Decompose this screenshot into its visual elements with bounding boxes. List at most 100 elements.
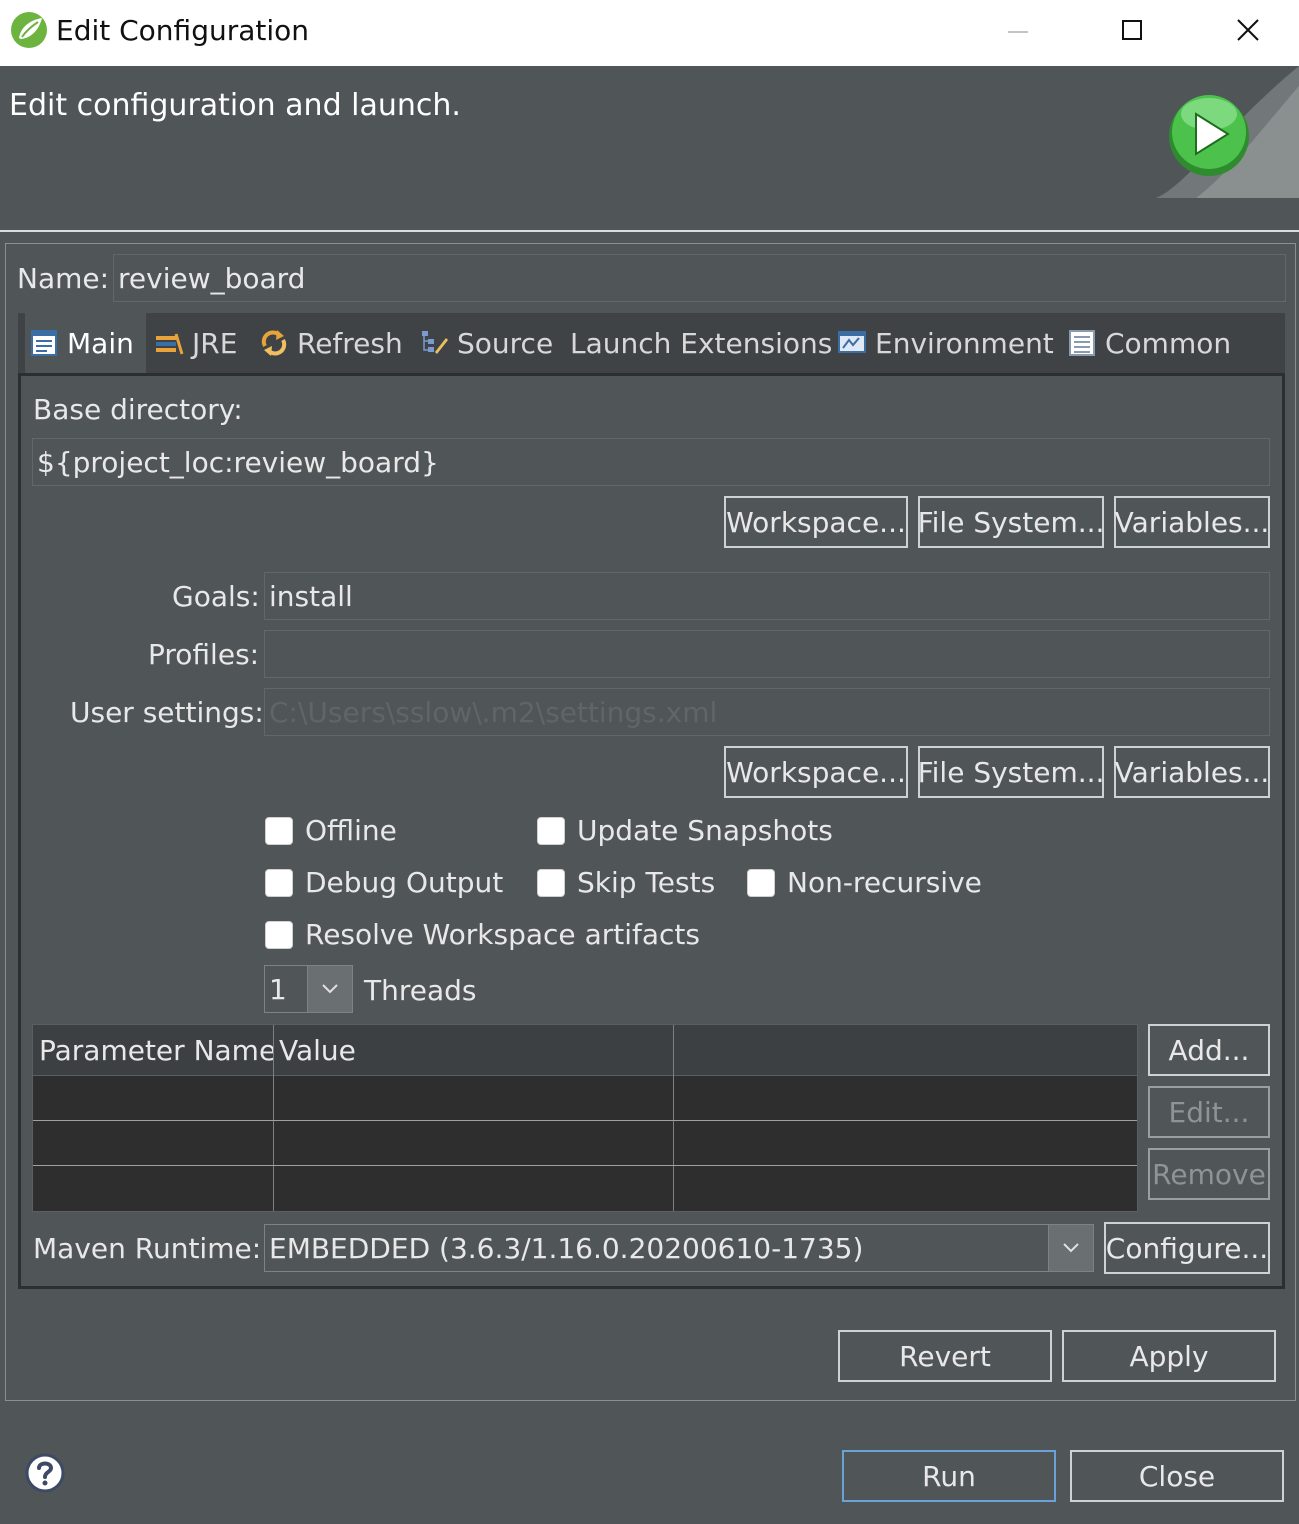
help-button[interactable] bbox=[25, 1453, 65, 1493]
skip-tests-checkbox-box[interactable] bbox=[537, 868, 565, 897]
non-recursive-checkbox-box[interactable] bbox=[747, 868, 775, 897]
maximize-button[interactable] bbox=[1102, 8, 1162, 52]
minimize-button[interactable] bbox=[988, 8, 1048, 52]
base-directory-input[interactable]: ${project_loc:review_board} bbox=[32, 438, 1270, 486]
maven-runtime-label: Maven Runtime: bbox=[33, 1232, 262, 1265]
settings-variables-label: Variables... bbox=[1114, 755, 1270, 789]
threads-label: Threads bbox=[364, 974, 477, 1007]
base-variables-label: Variables... bbox=[1114, 505, 1270, 539]
add-parameter-button[interactable]: Add... bbox=[1148, 1024, 1270, 1076]
threads-dropdown-button[interactable] bbox=[307, 966, 352, 1012]
tab-main[interactable]: Main bbox=[25, 313, 146, 373]
remove-parameter-button[interactable]: Remove bbox=[1148, 1148, 1270, 1200]
offline-checkbox[interactable]: Offline bbox=[265, 814, 397, 847]
profiles-input[interactable] bbox=[264, 630, 1270, 678]
common-tab-icon bbox=[1069, 330, 1095, 356]
base-file-system-button[interactable]: File System... bbox=[918, 496, 1104, 548]
run-launch-icon bbox=[1156, 66, 1299, 198]
debug-output-checkbox-box[interactable] bbox=[265, 868, 293, 897]
settings-workspace-button[interactable]: Workspace... bbox=[724, 746, 908, 798]
tab-source-label: Source bbox=[457, 326, 554, 360]
maven-runtime-select[interactable]: EMBEDDED (3.6.3/1.16.0.20200610-1735) bbox=[264, 1224, 1094, 1272]
user-settings-input[interactable]: C:\Users\sslow\.m2\settings.xml bbox=[264, 688, 1270, 736]
resolve-workspace-checkbox-box[interactable] bbox=[265, 920, 293, 949]
resolve-workspace-checkbox[interactable]: Resolve Workspace artifacts bbox=[265, 918, 700, 951]
tab-launch-extensions-label: Launch Extensions bbox=[570, 326, 833, 360]
name-input-value: review_board bbox=[118, 261, 306, 295]
configure-runtime-label: Configure... bbox=[1105, 1231, 1269, 1265]
title-bar: Edit Configuration bbox=[0, 0, 1299, 66]
table-header: Parameter Name Value bbox=[33, 1025, 1137, 1076]
debug-output-checkbox[interactable]: Debug Output bbox=[265, 866, 503, 899]
non-recursive-checkbox[interactable]: Non-recursive bbox=[747, 866, 982, 899]
window-title: Edit Configuration bbox=[56, 14, 310, 47]
tab-common-label: Common bbox=[1105, 326, 1232, 360]
offline-checkbox-box[interactable] bbox=[265, 816, 293, 845]
settings-file-system-label: File System... bbox=[917, 755, 1105, 789]
base-variables-button[interactable]: Variables... bbox=[1114, 496, 1270, 548]
column-header-value[interactable]: Value bbox=[273, 1025, 673, 1075]
user-settings-label: User settings: bbox=[70, 696, 264, 729]
settings-variables-button[interactable]: Variables... bbox=[1114, 746, 1270, 798]
add-parameter-label: Add... bbox=[1168, 1033, 1250, 1067]
tab-launch-extensions[interactable]: Launch Extensions bbox=[570, 313, 832, 373]
tab-source[interactable]: Source bbox=[419, 313, 553, 373]
tab-refresh-label: Refresh bbox=[297, 326, 403, 360]
jre-tab-icon bbox=[156, 333, 184, 355]
resolve-workspace-label: Resolve Workspace artifacts bbox=[305, 918, 700, 951]
chevron-down-icon bbox=[1063, 1243, 1079, 1253]
table-row[interactable] bbox=[33, 1076, 1137, 1120]
tab-environment-label: Environment bbox=[875, 326, 1054, 360]
help-icon bbox=[25, 1453, 65, 1493]
skip-tests-label: Skip Tests bbox=[577, 866, 716, 899]
refresh-tab-icon bbox=[261, 330, 287, 356]
skip-tests-checkbox[interactable]: Skip Tests bbox=[537, 866, 715, 899]
run-button[interactable]: Run bbox=[842, 1450, 1056, 1502]
offline-label: Offline bbox=[305, 814, 397, 847]
tab-jre[interactable]: JRE bbox=[154, 313, 237, 373]
base-file-system-label: File System... bbox=[917, 505, 1105, 539]
tab-common[interactable]: Common bbox=[1067, 313, 1231, 373]
user-settings-placeholder: C:\Users\sslow\.m2\settings.xml bbox=[269, 695, 718, 729]
close-window-button[interactable] bbox=[1218, 8, 1278, 52]
configure-runtime-button[interactable]: Configure... bbox=[1104, 1222, 1270, 1274]
run-label: Run bbox=[922, 1459, 976, 1493]
tab-refresh[interactable]: Refresh bbox=[259, 313, 403, 373]
update-snapshots-checkbox[interactable]: Update Snapshots bbox=[537, 814, 833, 847]
edit-parameter-button[interactable]: Edit... bbox=[1148, 1086, 1270, 1138]
parameters-table[interactable]: Parameter Name Value bbox=[32, 1024, 1138, 1212]
close-button[interactable]: Close bbox=[1070, 1450, 1284, 1502]
table-row[interactable] bbox=[33, 1166, 1137, 1211]
update-snapshots-checkbox-box[interactable] bbox=[537, 816, 565, 845]
close-icon bbox=[1237, 19, 1259, 41]
source-tab-icon bbox=[422, 331, 448, 354]
base-workspace-button[interactable]: Workspace... bbox=[724, 496, 908, 548]
name-input[interactable]: review_board bbox=[113, 254, 1286, 302]
chevron-down-icon bbox=[322, 984, 338, 994]
goals-input[interactable]: install bbox=[264, 572, 1270, 620]
table-row[interactable] bbox=[33, 1121, 1137, 1165]
remove-parameter-label: Remove bbox=[1152, 1157, 1266, 1191]
non-recursive-label: Non-recursive bbox=[787, 866, 982, 899]
minimize-icon bbox=[1008, 31, 1028, 33]
revert-button[interactable]: Revert bbox=[838, 1330, 1052, 1382]
dialog-header: Edit configuration and launch. bbox=[0, 66, 1299, 232]
spring-logo-icon bbox=[11, 12, 47, 48]
column-header-parameter-name[interactable]: Parameter Name bbox=[33, 1025, 273, 1075]
base-directory-value: ${project_loc:review_board} bbox=[37, 445, 439, 479]
main-tab-icon bbox=[31, 330, 57, 356]
goals-value: install bbox=[269, 579, 353, 613]
profiles-label: Profiles: bbox=[148, 638, 260, 671]
header-separator bbox=[0, 230, 1299, 232]
column-header-extra[interactable] bbox=[673, 1025, 1137, 1075]
settings-file-system-button[interactable]: File System... bbox=[918, 746, 1104, 798]
settings-workspace-label: Workspace... bbox=[726, 755, 906, 789]
threads-select[interactable]: 1 bbox=[264, 965, 353, 1013]
maven-runtime-dropdown-button[interactable] bbox=[1048, 1225, 1093, 1271]
close-label: Close bbox=[1138, 1459, 1216, 1493]
tab-jre-label: JRE bbox=[192, 326, 238, 360]
tab-environment[interactable]: Environment bbox=[837, 313, 1054, 373]
update-snapshots-label: Update Snapshots bbox=[577, 814, 833, 847]
apply-button[interactable]: Apply bbox=[1062, 1330, 1276, 1382]
threads-value: 1 bbox=[269, 972, 287, 1006]
